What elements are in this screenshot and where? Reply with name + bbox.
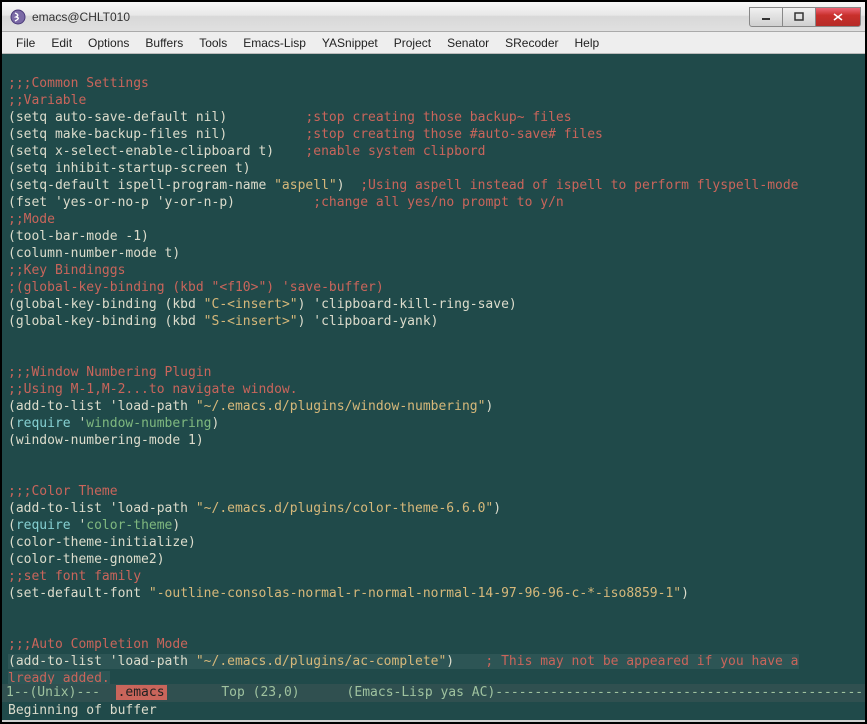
menu-options[interactable]: Options	[80, 34, 137, 52]
code-line: (add-to-list 'load-path "~/.emacs.d/plug…	[8, 399, 493, 414]
close-button[interactable]	[815, 7, 861, 27]
code-line: ;;set font family	[8, 569, 141, 584]
code-line	[8, 467, 16, 482]
code-line: (color-theme-gnome2)	[8, 552, 165, 567]
code-line: (global-key-binding (kbd "C-<insert>") '…	[8, 297, 517, 312]
code-line: (global-key-binding (kbd "S-<insert>") '…	[8, 314, 438, 329]
code-line: ;;;Color Theme	[8, 484, 118, 499]
minimize-button[interactable]	[749, 7, 783, 27]
code-line: ;;Using M-1,M-2...to navigate window.	[8, 382, 298, 397]
code-line	[8, 348, 16, 363]
menu-tools[interactable]: Tools	[191, 34, 235, 52]
window-controls	[750, 7, 861, 27]
menu-srecoder[interactable]: SRecoder	[497, 34, 566, 52]
code-line: (setq auto-save-default nil) ;stop creat…	[8, 110, 572, 125]
editor-buffer[interactable]: ;;;Common Settings ;;Variable (setq auto…	[2, 54, 865, 684]
menu-bar: File Edit Options Buffers Tools Emacs-Li…	[2, 32, 865, 54]
menu-yasnippet[interactable]: YASnippet	[314, 34, 386, 52]
code-line: (require 'window-numbering)	[8, 416, 219, 431]
code-line: ;;;Auto Completion Mode	[8, 637, 188, 652]
code-line	[8, 603, 16, 618]
menu-senator[interactable]: Senator	[439, 34, 497, 52]
code-line	[8, 331, 16, 346]
mode-line: 1--(Unix)--- .emacs Top (23,0) (Emacs-Li…	[2, 684, 865, 702]
menu-edit[interactable]: Edit	[43, 34, 80, 52]
code-line: ;;;Window Numbering Plugin	[8, 365, 212, 380]
code-line	[8, 620, 16, 635]
code-line: ;;Variable	[8, 93, 86, 108]
menu-project[interactable]: Project	[386, 34, 439, 52]
emacs-icon	[10, 9, 26, 25]
window-title: emacs@CHLT010	[32, 10, 750, 24]
menu-file[interactable]: File	[8, 34, 43, 52]
code-line: (set-default-font "-outline-consolas-nor…	[8, 586, 689, 601]
code-line: (fset 'yes-or-no-p 'y-or-n-p) ;change al…	[8, 195, 564, 210]
code-line: (setq x-select-enable-clipboard t) ;enab…	[8, 144, 485, 159]
code-line: (window-numbering-mode 1)	[8, 433, 204, 448]
code-line: lready added.	[8, 671, 110, 684]
code-line: (color-theme-initialize)	[8, 535, 196, 550]
code-line: (setq-default ispell-program-name "aspel…	[8, 178, 799, 193]
code-line: (tool-bar-mode -1)	[8, 229, 149, 244]
maximize-button[interactable]	[782, 7, 816, 27]
code-line: (setq make-backup-files nil) ;stop creat…	[8, 127, 603, 142]
menu-buffers[interactable]: Buffers	[137, 34, 191, 52]
code-line: ;(global-key-binding (kbd "<f10>") 'save…	[8, 280, 384, 295]
code-line: ;;Mode	[8, 212, 55, 227]
buffer-name: .emacs	[116, 685, 167, 700]
window-titlebar: emacs@CHLT010	[2, 2, 865, 32]
code-line: (require 'color-theme)	[8, 518, 180, 533]
echo-area: Beginning of buffer	[2, 702, 865, 720]
code-line: ;;;Common Settings	[8, 76, 149, 91]
code-line: (add-to-list 'load-path "~/.emacs.d/plug…	[8, 654, 799, 669]
code-line: (setq inhibit-startup-screen t)	[8, 161, 251, 176]
code-line	[8, 450, 16, 465]
menu-help[interactable]: Help	[567, 34, 608, 52]
code-line: (column-number-mode t)	[8, 246, 180, 261]
code-line: ;;Key Bindinggs	[8, 263, 125, 278]
code-line: (add-to-list 'load-path "~/.emacs.d/plug…	[8, 501, 501, 516]
menu-emacs-lisp[interactable]: Emacs-Lisp	[235, 34, 314, 52]
